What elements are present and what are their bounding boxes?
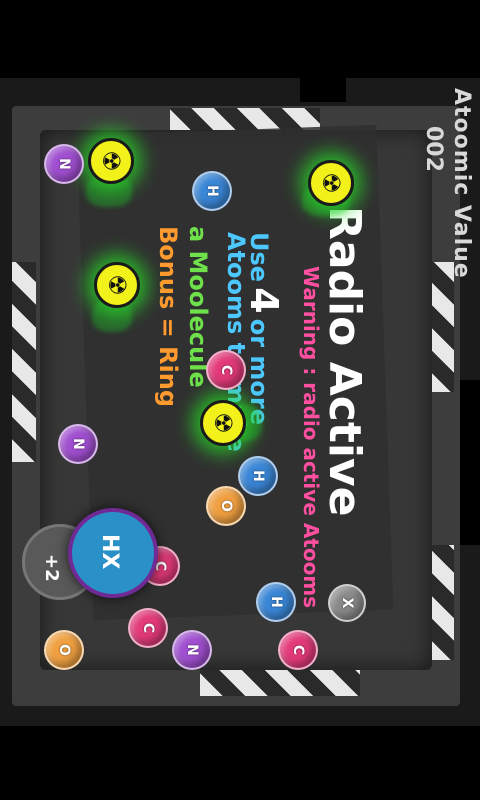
- atom-symbol: O: [56, 644, 72, 656]
- atom-o[interactable]: O: [44, 630, 84, 670]
- frame-notch-top: [300, 78, 346, 102]
- radioactive-atom[interactable]: ☢: [94, 262, 140, 308]
- game-screen: Atoomic Value 002 Radio Active Warning :…: [0, 0, 480, 800]
- score-value: 002: [421, 126, 446, 172]
- bonus-line: Bonus = Ring: [154, 226, 182, 408]
- atom-symbol: C: [290, 644, 306, 656]
- atom-symbol: N: [184, 644, 200, 656]
- atom-o[interactable]: O: [206, 486, 246, 526]
- title-text: Radio Active: [319, 206, 370, 517]
- atom-symbol: H: [250, 470, 266, 482]
- atom-c[interactable]: C: [206, 350, 246, 390]
- atom-symbol: O: [218, 500, 234, 512]
- atom-symbol: C: [140, 622, 156, 634]
- atom-h[interactable]: H: [238, 456, 278, 496]
- atom-symbol: H: [268, 596, 284, 608]
- atom-c[interactable]: C: [278, 630, 318, 670]
- bonus-count: +2: [41, 554, 62, 582]
- atom-symbol: N: [56, 158, 72, 170]
- atom-symbol: H: [204, 185, 220, 197]
- radiation-icon: ☢: [317, 172, 345, 194]
- atom-n[interactable]: N: [58, 424, 98, 464]
- atom-n[interactable]: N: [172, 630, 212, 670]
- radioactive-atom[interactable]: ☢: [308, 160, 354, 206]
- atom-n[interactable]: N: [44, 144, 84, 184]
- atom-symbol: X: [339, 597, 355, 609]
- hazard-stripe-bottom: [200, 670, 360, 696]
- radioactive-atom[interactable]: ☢: [200, 400, 246, 446]
- atom-c[interactable]: C: [128, 608, 168, 648]
- atom-symbol: C: [218, 364, 234, 376]
- score-label: Atoomic Value: [449, 88, 474, 279]
- hx-button-label: HX: [97, 534, 122, 570]
- hazard-stripe-left-upper: [12, 262, 36, 462]
- atom-x[interactable]: X: [328, 584, 366, 622]
- radioactive-atom[interactable]: ☢: [88, 138, 134, 184]
- radiation-icon: ☢: [103, 274, 131, 296]
- warning-text: Warning : radio active Atooms: [299, 266, 323, 609]
- atom-h[interactable]: H: [256, 582, 296, 622]
- atom-symbol: N: [70, 438, 86, 450]
- radiation-icon: ☢: [97, 150, 125, 172]
- frame-notch-right: [460, 380, 480, 545]
- radiation-icon: ☢: [209, 412, 237, 434]
- atom-h[interactable]: H: [192, 171, 232, 211]
